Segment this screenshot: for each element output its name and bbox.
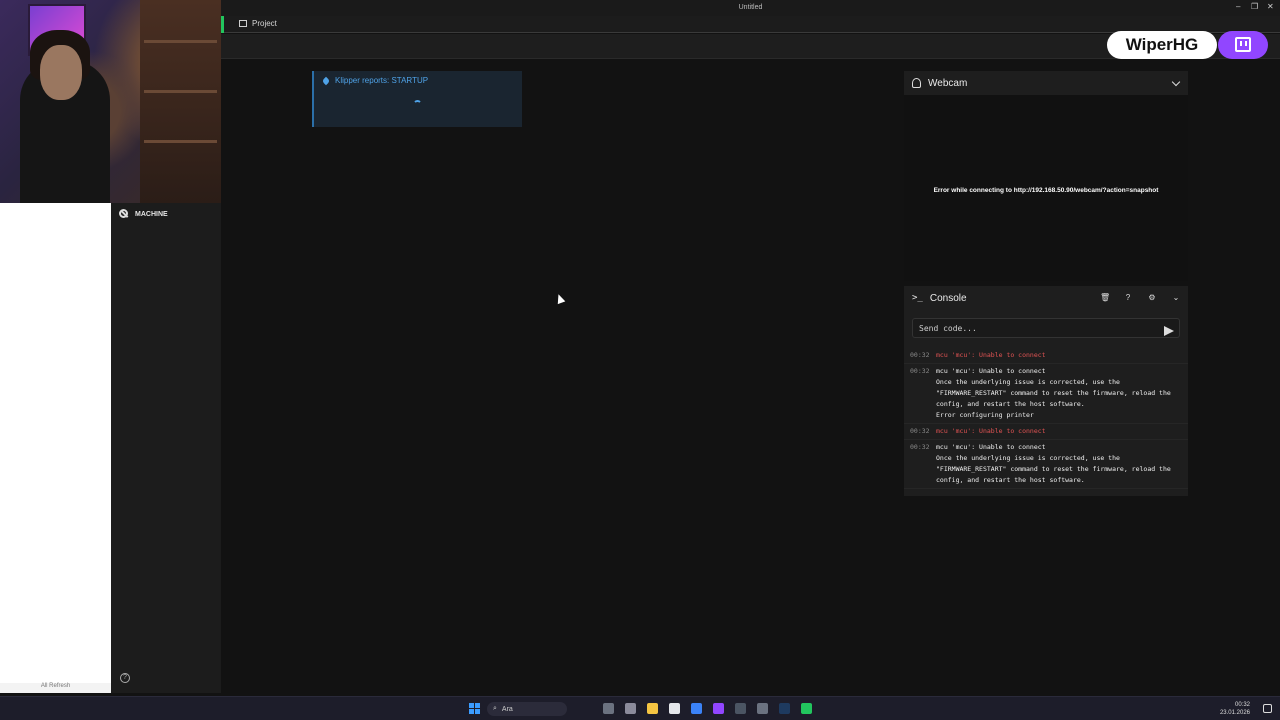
rocket-icon bbox=[322, 77, 330, 85]
file-explorer-icon[interactable] bbox=[647, 703, 658, 714]
restore-icon[interactable]: ❐ bbox=[1251, 2, 1258, 11]
entry-message: mcu 'mcu': Unable to connect bbox=[936, 351, 1046, 359]
console-input[interactable]: Send code... bbox=[912, 318, 1180, 338]
minimize-icon[interactable]: – bbox=[1236, 2, 1240, 11]
wrench-icon bbox=[119, 209, 129, 219]
task-view-icon[interactable] bbox=[603, 703, 614, 714]
entry-time: 00:32 bbox=[910, 367, 930, 375]
taskbar: ⌕ Ara 00:32 23.01.2026 bbox=[0, 696, 1280, 720]
screen: Untitled – ❐ ✕ Project WiperHG All Refre… bbox=[0, 0, 1280, 720]
help-icon[interactable]: ? bbox=[120, 673, 130, 683]
sidebar-item-machine[interactable]: MACHINE bbox=[119, 209, 168, 219]
search-icon: ⌕ bbox=[493, 705, 497, 712]
entry-message: mcu 'mcu': Unable to connect Once the un… bbox=[936, 443, 1171, 484]
console-entry: 00:32 mcu 'mcu': Unable to connect bbox=[904, 348, 1188, 364]
console-entry: 00:32 mcu 'mcu': Unable to connect Once … bbox=[904, 364, 1188, 424]
tab-project-label: Project bbox=[252, 19, 277, 28]
webcam-view: Error while connecting to http://192.168… bbox=[904, 95, 1188, 281]
loading-spinner bbox=[413, 100, 422, 109]
webcam-header[interactable]: Webcam bbox=[904, 71, 1188, 95]
steam-icon[interactable] bbox=[779, 703, 790, 714]
clock-time: 00:32 bbox=[1234, 702, 1250, 708]
app-icon[interactable] bbox=[735, 703, 746, 714]
trash-icon[interactable]: 🗑 bbox=[1100, 293, 1110, 302]
chevron-down-icon[interactable] bbox=[1171, 77, 1181, 87]
console-panel: >_ Console 🗑 ? ⚙ ⌄ Send code... 00:32 mc… bbox=[904, 286, 1188, 496]
channel-wordmark: WiperHG bbox=[1107, 31, 1217, 59]
app-icon[interactable] bbox=[801, 703, 812, 714]
twitch-app-icon[interactable] bbox=[713, 703, 724, 714]
send-icon[interactable] bbox=[1164, 326, 1174, 336]
refresh-button[interactable]: All Refresh bbox=[0, 683, 111, 693]
windows-start-icon[interactable] bbox=[469, 703, 480, 714]
stream-side-panel: All Refresh bbox=[0, 203, 111, 693]
streamer-face bbox=[40, 45, 82, 100]
notepad-icon[interactable] bbox=[669, 703, 680, 714]
webcam-panel: Webcam Error while connecting to http://… bbox=[904, 71, 1188, 281]
tab-accent bbox=[221, 16, 224, 33]
chevron-down-icon[interactable]: ⌄ bbox=[1172, 293, 1180, 302]
nav-sidebar: MACHINE ? bbox=[111, 203, 221, 693]
window-title: Untitled bbox=[738, 4, 763, 11]
help-icon[interactable]: ? bbox=[1124, 293, 1132, 302]
notification-icon[interactable] bbox=[1263, 704, 1272, 713]
app-icon[interactable] bbox=[757, 703, 768, 714]
entry-time: 00:32 bbox=[910, 443, 930, 451]
window-titlebar: Untitled – ❐ ✕ bbox=[221, 0, 1280, 16]
webcam-title: Webcam bbox=[928, 77, 968, 89]
notification-title: Klipper reports: STARTUP bbox=[335, 76, 429, 85]
startup-notification: Klipper reports: STARTUP bbox=[312, 71, 522, 127]
webcam-overlay bbox=[0, 0, 221, 203]
window-icon bbox=[239, 20, 247, 27]
webcam-icon bbox=[912, 78, 921, 88]
app-icon[interactable] bbox=[625, 703, 636, 714]
taskbar-search[interactable]: ⌕ Ara bbox=[487, 702, 567, 716]
browser-icon[interactable] bbox=[691, 703, 702, 714]
console-title: Console bbox=[929, 292, 967, 304]
twitch-logo bbox=[1218, 31, 1268, 59]
entry-time: 00:32 bbox=[910, 427, 930, 435]
close-icon[interactable]: ✕ bbox=[1267, 2, 1274, 11]
clock-date: 23.01.2026 bbox=[1219, 710, 1250, 716]
entry-time: 00:32 bbox=[910, 351, 930, 359]
tab-project[interactable]: Project bbox=[239, 19, 277, 28]
system-clock[interactable]: 00:32 23.01.2026 bbox=[1220, 701, 1250, 717]
console-entry: 00:32 mcu 'mcu': Unable to connect bbox=[904, 424, 1188, 440]
sidebar-item-label: MACHINE bbox=[135, 210, 168, 218]
entry-message: mcu 'mcu': Unable to connect bbox=[936, 427, 1046, 435]
entry-message: mcu 'mcu': Unable to connect Once the un… bbox=[936, 367, 1171, 419]
gear-icon[interactable]: ⚙ bbox=[1148, 293, 1156, 302]
console-log: 00:32 mcu 'mcu': Unable to connect 00:32… bbox=[904, 348, 1188, 496]
webcam-error: Error while connecting to http://192.168… bbox=[933, 187, 1159, 194]
console-entry: 00:32 mcu 'mcu': Unable to connect Once … bbox=[904, 440, 1188, 489]
twitch-icon bbox=[1235, 37, 1251, 52]
search-label: Ara bbox=[501, 705, 513, 713]
shelf bbox=[140, 0, 221, 203]
console-icon: >_ bbox=[912, 293, 923, 303]
console-tools: 🗑 ? ⚙ ⌄ bbox=[1100, 293, 1180, 302]
